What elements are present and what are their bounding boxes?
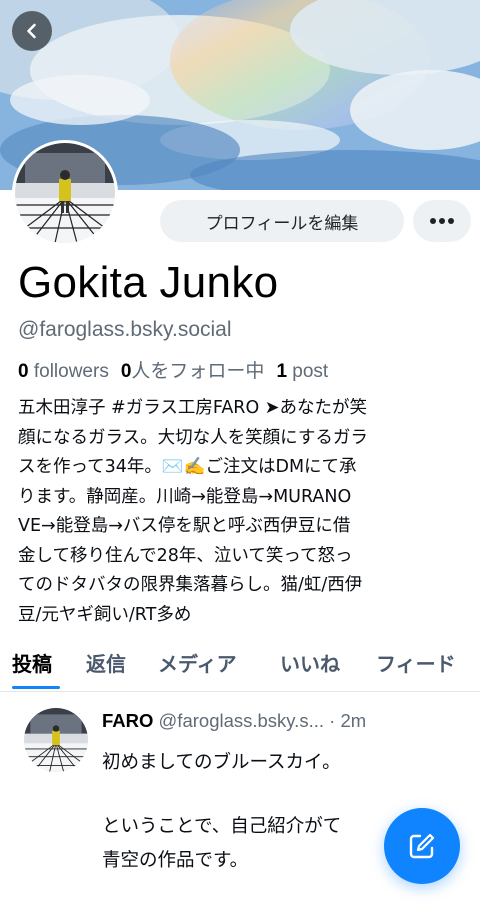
tab-feeds[interactable]: フィード [376, 648, 456, 677]
compose-icon [409, 833, 435, 859]
active-tab-indicator [12, 686, 60, 689]
post-text-line: ということで、自己紹介がて [102, 816, 342, 837]
followers-stat[interactable]: 0 followers [18, 361, 109, 382]
bio-line: VE→能登島→バス停を駅と呼ぶ西伊豆に借 [18, 516, 351, 536]
bio-line: 豆/元ヤギ飼い/RT多め [18, 604, 192, 625]
post-text-line: 初めましてのブルースカイ。 [102, 752, 341, 773]
bio-line: 顔になるガラス。大切な人を笑顔にするガラ [18, 427, 368, 448]
following-stat[interactable]: 0人をフォロー中 [121, 361, 265, 382]
followers-count: 0 [18, 361, 29, 382]
post-author-name[interactable]: FARO [102, 710, 153, 731]
chevron-left-icon [27, 23, 36, 39]
bio-line: 金して移り住んで28年、泣いて笑って怒っ [18, 545, 353, 566]
back-button[interactable] [12, 11, 52, 51]
post-text-line: 青空の作品です。 [102, 850, 249, 871]
display-name: Gokita Junko [18, 258, 279, 307]
bio-line: ります。静岡産。川崎→能登島→MURANO [18, 486, 352, 507]
posts-count: 1 [276, 361, 288, 382]
posts-label: post [292, 361, 329, 382]
followers-label: followers [33, 361, 109, 382]
edit-profile-label: プロフィールを編集 [205, 213, 359, 234]
ellipsis-icon [430, 218, 454, 224]
avatar-photo [24, 708, 88, 772]
tab-likes[interactable]: いいね [280, 648, 340, 677]
tab-posts[interactable]: 投稿 [12, 648, 52, 677]
posts-stat: 1 post [276, 361, 328, 382]
compose-button[interactable] [384, 808, 460, 884]
bio-line: 五木田淳子 #ガラス工房FARO ➤あなたが笑 [18, 398, 367, 418]
more-options-button[interactable] [413, 200, 471, 242]
bio-line: てのドタバタの限界集落暮らし。猫/虹/西伊 [18, 575, 363, 595]
post-author-avatar[interactable] [24, 708, 88, 772]
profile-tabs: 投稿 返信 メディア いいね フィード [0, 642, 480, 692]
following-label: 人をフォロー中 [131, 361, 265, 382]
tab-replies[interactable]: 返信 [86, 648, 126, 677]
feed-post[interactable]: FARO @faroglass.bsky.s... · 2m 初めましてのブルー… [0, 694, 480, 918]
avatar-photo [15, 143, 115, 243]
post-author-handle[interactable]: @faroglass.bsky.s... [159, 710, 324, 731]
post-timestamp: · 2m [329, 710, 367, 731]
profile-bio: 五木田淳子 #ガラス工房FARO ➤あなたが笑 顔になるガラス。大切な人を笑顔に… [18, 394, 466, 630]
edit-profile-button[interactable]: プロフィールを編集 [160, 200, 404, 242]
tab-media[interactable]: メディア [158, 648, 237, 677]
post-header: FARO @faroglass.bsky.s... · 2m [102, 710, 366, 732]
following-count: 0 [120, 361, 132, 382]
profile-handle: @faroglass.bsky.social [18, 318, 232, 341]
profile-avatar[interactable] [12, 140, 118, 246]
profile-stats: 0 followers 0人をフォロー中 1 post [18, 356, 328, 383]
bio-line: スを作って34年。✉️✍️ご注文はDMにて承 [18, 457, 357, 477]
